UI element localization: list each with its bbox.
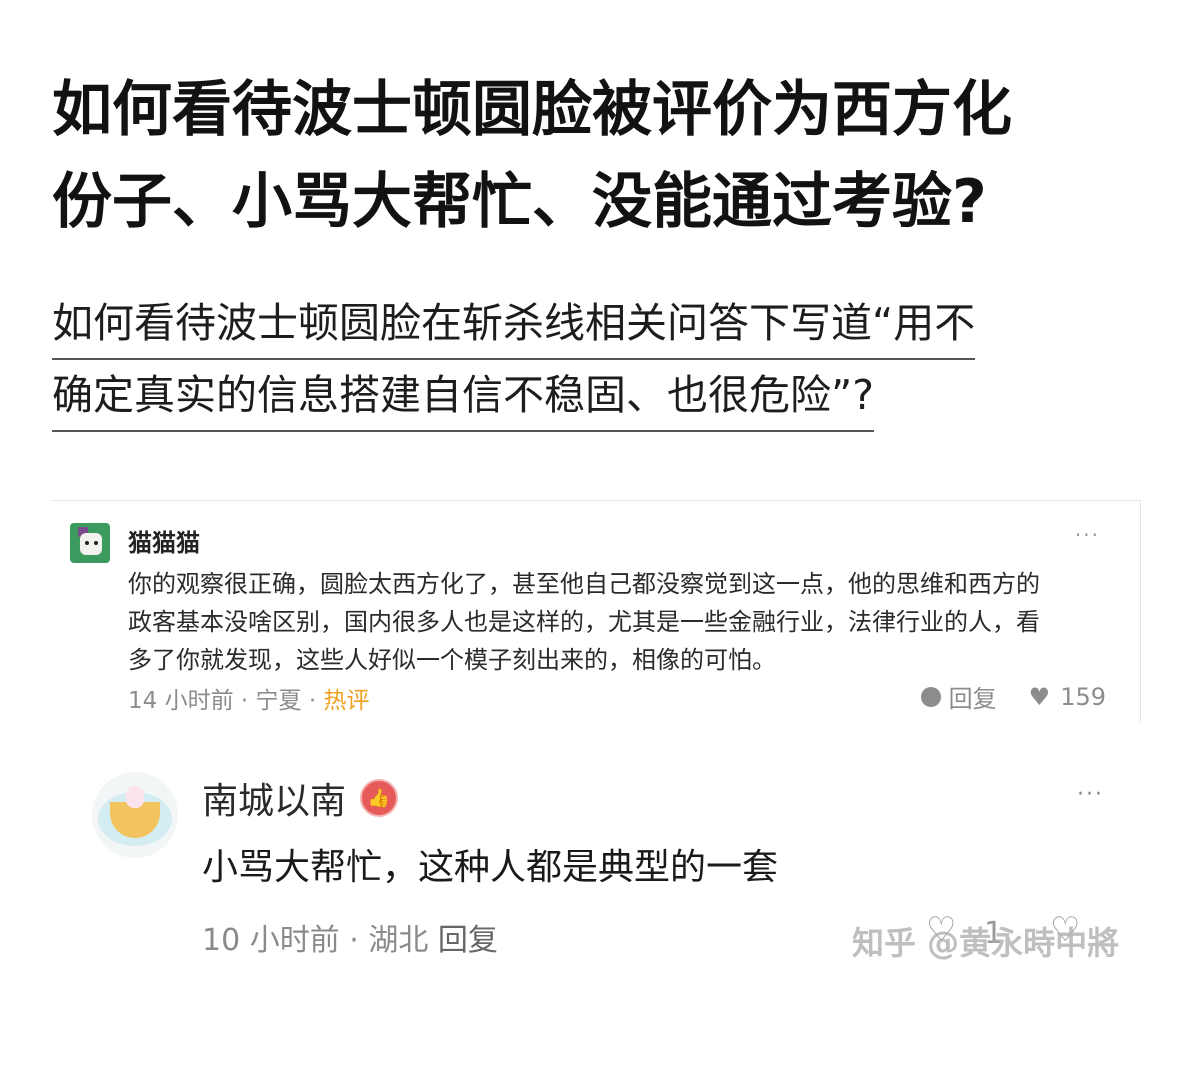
comment-card: 猫猫猫 ··· 你的观察很正确，圆脸太西方化了，甚至他自己都没察觉到这一点，他的… xyxy=(52,500,1141,723)
comment-time: 14 小时前 xyxy=(128,688,234,714)
comment-time: 10 小时前 xyxy=(202,923,340,958)
comment-text: 你的观察很正确，圆脸太西方化了，甚至他自己都没察觉到这一点，他的思维和西方的 政… xyxy=(128,565,1108,679)
reply-icon[interactable] xyxy=(920,686,941,707)
like-count: 159 xyxy=(1060,682,1106,711)
reply-button[interactable]: 回复 xyxy=(949,679,997,714)
comment-text-line: 政客基本没啥区别，国内很多人也是这样的，尤其是一些金融行业，法律行业的人，看 xyxy=(128,608,1040,636)
more-options-icon[interactable]: ··· xyxy=(1077,782,1104,807)
comment-author[interactable]: 猫猫猫 xyxy=(128,523,200,558)
meta-separator: · xyxy=(349,923,359,958)
comment-location: 宁夏 xyxy=(255,688,302,714)
avatar[interactable] xyxy=(70,523,110,563)
comment-location: 湖北 xyxy=(368,923,429,958)
comment-text-line: 你的观察很正确，圆脸太西方化了，甚至他自己都没察觉到这一点，他的思维和西方的 xyxy=(128,570,1040,598)
thumb-up-icon: 👍 xyxy=(360,779,399,817)
question-title-line: 份子、小骂大帮忙、没能通过考验? xyxy=(52,167,987,237)
comment-text-line: 多了你就发现，这些人好似一个模子刻出来的，相像的可怕。 xyxy=(128,646,776,674)
related-question-link[interactable]: 如何看待波士顿圆脸在斩杀线相关问答下写道“用不 确定真实的信息搭建自信不稳固、也… xyxy=(52,290,1152,434)
comment-meta: 10 小时前 · 湖北 回复 xyxy=(202,915,498,959)
hot-comment-badge: 热评 xyxy=(323,688,370,714)
watermark: 知乎 @黄永時中將 xyxy=(852,924,1120,962)
heart-icon[interactable]: ♥ xyxy=(1029,683,1051,711)
comment-author-row: 南城以南 👍 xyxy=(202,772,399,824)
avatar[interactable] xyxy=(92,772,178,858)
comment-actions: 回复 ♥ 159 xyxy=(920,679,1106,714)
comment-author[interactable]: 南城以南 xyxy=(202,772,346,824)
reply-button[interactable]: 回复 xyxy=(438,923,498,958)
related-question-line[interactable]: 如何看待波士顿圆脸在斩杀线相关问答下写道“用不 xyxy=(52,290,976,360)
question-title: 如何看待波士顿圆脸被评价为西方化 份子、小骂大帮忙、没能通过考验? xyxy=(52,64,1152,248)
question-title-line: 如何看待波士顿圆脸被评价为西方化 xyxy=(52,75,1012,145)
comment-text: 小骂大帮忙，这种人都是典型的一套 xyxy=(202,847,779,888)
comment-meta: 14 小时前 · 宁夏 · 热评 xyxy=(128,681,369,715)
more-options-icon[interactable]: ··· xyxy=(1075,523,1100,547)
related-question-line[interactable]: 确定真实的信息搭建自信不稳固、也很危险”? xyxy=(52,362,874,432)
